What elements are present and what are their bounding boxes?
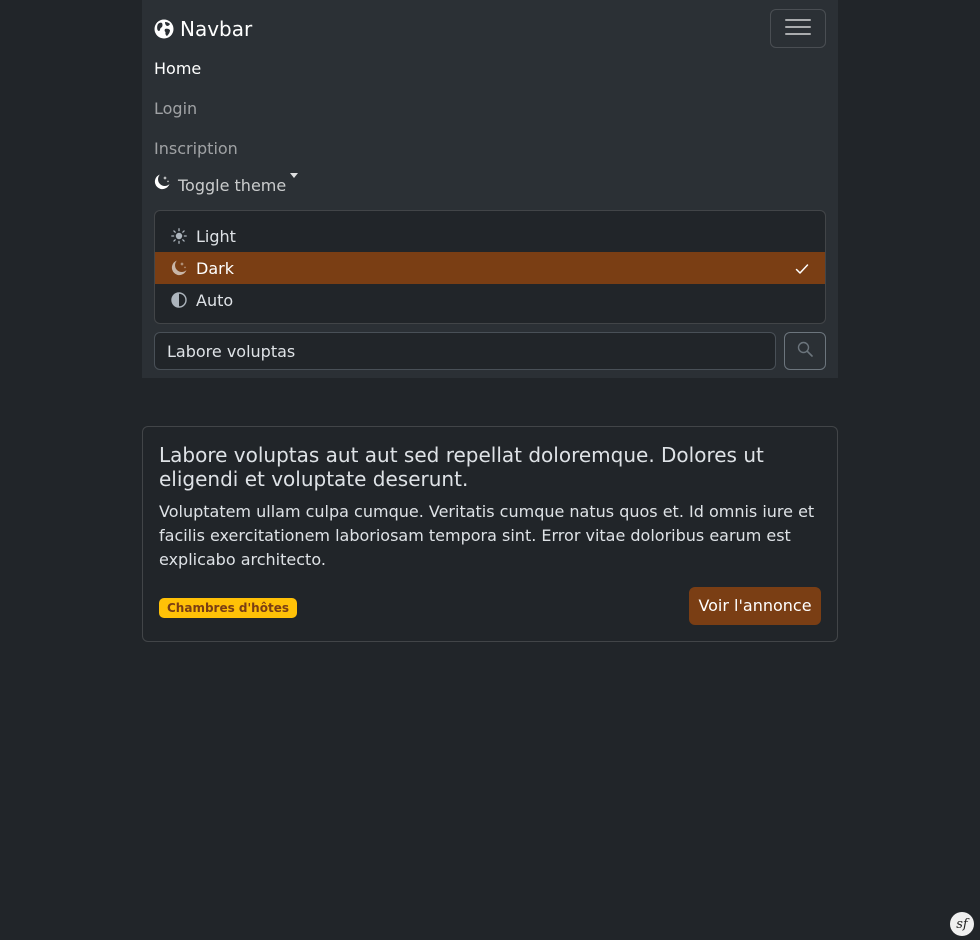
theme-option-label: Auto [196, 290, 234, 310]
moon-stars-icon [171, 260, 187, 276]
theme-option-label: Light [196, 226, 236, 246]
theme-option-auto[interactable]: Auto [155, 284, 825, 316]
globe-icon [154, 19, 174, 39]
theme-option-dark[interactable]: Dark [155, 252, 825, 284]
theme-dropdown-menu: Light Dark Auto [154, 210, 826, 324]
nav-link-home[interactable]: Home [154, 57, 201, 81]
brand-label: Navbar [180, 17, 253, 41]
caret-down-icon [290, 173, 299, 178]
hamburger-icon [785, 17, 811, 41]
listing-card: Labore voluptas aut aut sed repellat dol… [142, 426, 838, 642]
nav-link-inscription[interactable]: Inscription [154, 137, 238, 161]
search-icon [797, 341, 813, 361]
category-badge: Chambres d'hôtes [159, 598, 297, 618]
theme-toggle-button[interactable]: Toggle theme [154, 173, 299, 198]
circle-half-icon [171, 292, 187, 308]
card-text: Voluptatem ullam culpa cumque. Veritatis… [159, 502, 815, 569]
symfony-toolbar-label: sf [956, 916, 968, 932]
check-icon [795, 261, 809, 280]
search-button[interactable] [784, 332, 826, 370]
view-listing-button[interactable]: Voir l'annonce [689, 587, 821, 625]
theme-option-label: Dark [196, 258, 234, 278]
card-title: Labore voluptas aut aut sed repellat dol… [159, 443, 764, 491]
theme-toggle-label: Toggle theme [178, 176, 287, 195]
navbar-toggler-button[interactable] [770, 9, 826, 48]
moon-stars-icon [154, 174, 170, 194]
search-input[interactable] [154, 332, 776, 370]
symfony-toolbar-icon[interactable]: sf [950, 912, 974, 936]
theme-option-light[interactable]: Light [155, 220, 825, 252]
navbar: Navbar Home Login Inscription Toggle the… [142, 0, 838, 378]
nav-link-login[interactable]: Login [154, 97, 197, 121]
sun-icon [171, 228, 187, 244]
navbar-brand[interactable]: Navbar [154, 15, 252, 43]
